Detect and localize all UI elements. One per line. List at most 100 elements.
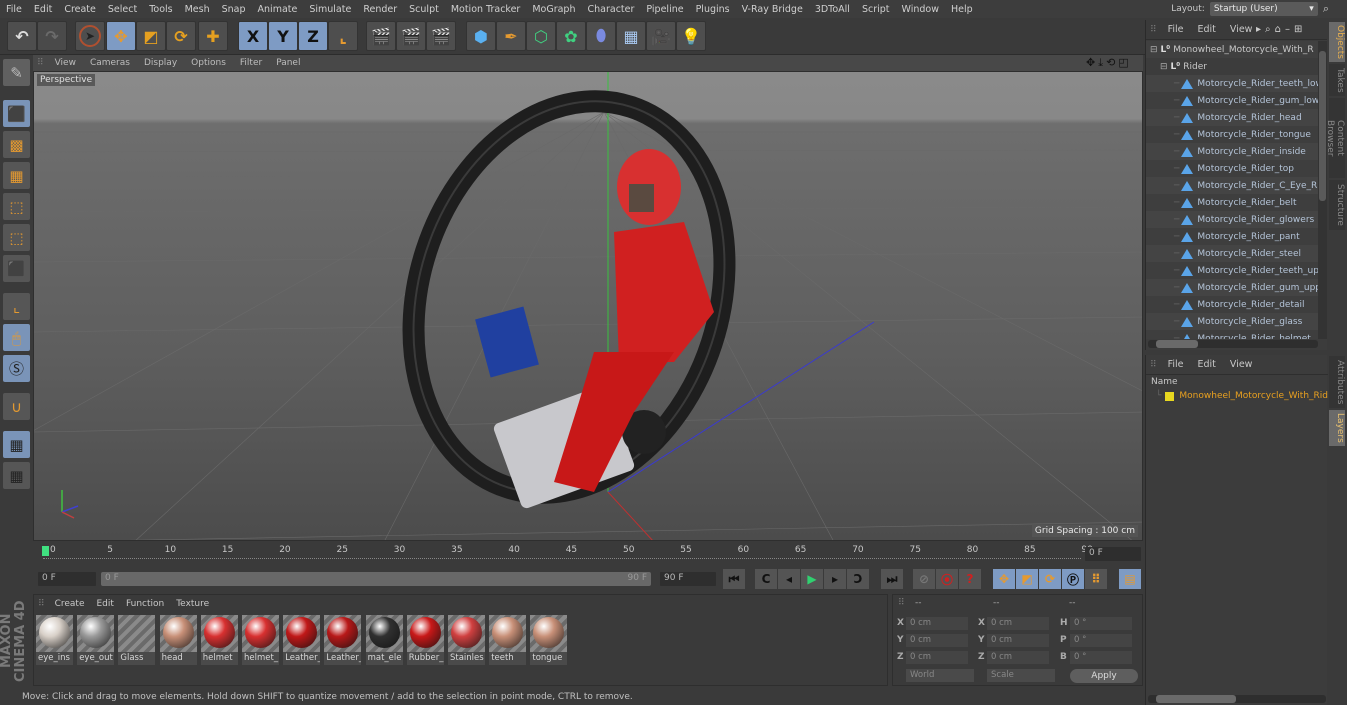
- tree-item[interactable]: ─ Motorcycle_Rider_tongue: [1146, 126, 1318, 143]
- tab-structure[interactable]: Structure: [1329, 180, 1345, 230]
- object-menu-file[interactable]: File: [1161, 24, 1191, 35]
- menu-snap[interactable]: Snap: [216, 4, 252, 15]
- render-settings-button[interactable]: 🎬: [426, 21, 456, 51]
- tree-item[interactable]: ─ Motorcycle_Rider_pant: [1146, 228, 1318, 245]
- dolly-icon[interactable]: ⤓: [1098, 56, 1103, 70]
- go-to-start-button[interactable]: ⏮: [723, 569, 745, 589]
- polygons-mode-button[interactable]: ⬛: [3, 255, 30, 282]
- menu-mograph[interactable]: MoGraph: [526, 4, 581, 15]
- tree-root[interactable]: ⊟ L⁰ Monowheel_Motorcycle_With_R: [1146, 41, 1318, 58]
- record-position-button[interactable]: ✥: [993, 569, 1015, 589]
- material-swatch[interactable]: helmet_: [242, 615, 279, 665]
- material-swatch[interactable]: Rubber_: [406, 615, 444, 665]
- move-tool-button[interactable]: ✥: [106, 21, 136, 51]
- points-mode-button[interactable]: ⬚: [3, 193, 30, 220]
- layer-horizontal-scrollbar[interactable]: [1148, 695, 1326, 703]
- menu-3dtoall[interactable]: 3DToAll: [809, 4, 856, 15]
- menu-render[interactable]: Render: [357, 4, 403, 15]
- render-picture-viewer-button[interactable]: 🎬: [396, 21, 426, 51]
- layer-color-swatch[interactable]: [1165, 391, 1175, 401]
- start-frame-field[interactable]: 0 F: [38, 572, 96, 586]
- menu-script[interactable]: Script: [856, 4, 896, 15]
- material-swatch[interactable]: eye_ins: [36, 615, 73, 665]
- tree-horizontal-scrollbar[interactable]: [1148, 340, 1318, 348]
- 3d-viewport[interactable]: Perspective Grid Spacing : 100 cm: [33, 71, 1143, 541]
- menu-tools[interactable]: Tools: [143, 4, 178, 15]
- material-swatch[interactable]: eye_out: [77, 615, 115, 665]
- maximize-icon[interactable]: ◰: [1118, 56, 1128, 70]
- material-swatch[interactable]: Leather_: [324, 615, 362, 665]
- next-frame-button[interactable]: ▸: [824, 569, 846, 589]
- cube-button[interactable]: ⬢: [466, 21, 496, 51]
- undo-button[interactable]: ↶: [7, 21, 37, 51]
- light-button[interactable]: 💡: [676, 21, 706, 51]
- redo-button[interactable]: ↷: [37, 21, 67, 51]
- menu-v-ray-bridge[interactable]: V-Ray Bridge: [736, 4, 809, 15]
- tree-item[interactable]: ─ Motorcycle_Rider_belt: [1146, 194, 1318, 211]
- coordinate-system-button[interactable]: ⌞: [328, 21, 358, 51]
- record-scale-button[interactable]: ◩: [1016, 569, 1038, 589]
- tree-item[interactable]: ─ Motorcycle_Rider_glowers: [1146, 211, 1318, 228]
- viewport-menu-view[interactable]: View: [48, 58, 83, 68]
- tab-layers[interactable]: Layers: [1329, 410, 1345, 446]
- workplane-mode-button[interactable]: ▦: [3, 162, 30, 189]
- tree-item[interactable]: ─ Motorcycle_Rider_C_Eye_R: [1146, 177, 1318, 194]
- pos-z-field[interactable]: 0 cm: [906, 651, 968, 664]
- deformer-button[interactable]: ⬮: [586, 21, 616, 51]
- collapse-icon[interactable]: ⊟: [1146, 45, 1161, 55]
- apply-button[interactable]: Apply: [1070, 669, 1138, 683]
- tab-content-browser[interactable]: Content Browser: [1325, 98, 1345, 178]
- material-menu-edit[interactable]: Edit: [91, 599, 120, 609]
- x-axis-button[interactable]: X: [238, 21, 268, 51]
- layer-menu-view[interactable]: View: [1223, 359, 1260, 370]
- menu-window[interactable]: Window: [896, 4, 945, 15]
- frame-range-slider[interactable]: 0 F 90 F: [101, 572, 651, 586]
- y-axis-button[interactable]: Y: [268, 21, 298, 51]
- size-x-field[interactable]: 0 cm: [987, 617, 1049, 630]
- transform-tool-button[interactable]: ✚: [198, 21, 228, 51]
- keyframe-selection-button[interactable]: ?: [959, 569, 981, 589]
- rot-h-field[interactable]: 0 °: [1070, 617, 1132, 630]
- viewport-menu-filter[interactable]: Filter: [233, 58, 269, 68]
- previous-key-button[interactable]: C: [755, 569, 777, 589]
- record-rotation-button[interactable]: ⟳: [1039, 569, 1061, 589]
- menu-mesh[interactable]: Mesh: [179, 4, 216, 15]
- search-icon[interactable]: ⌕: [1265, 24, 1271, 35]
- rotate-tool-button[interactable]: ⟳: [166, 21, 196, 51]
- size-z-field[interactable]: 0 cm: [987, 651, 1049, 664]
- workplane-lock-button[interactable]: ▦: [3, 431, 30, 458]
- tab-takes[interactable]: Takes: [1329, 64, 1345, 96]
- layer-row[interactable]: └ Monowheel_Motorcycle_With_Rid: [1146, 389, 1328, 403]
- tree-item[interactable]: ─ Motorcycle_Rider_top: [1146, 160, 1318, 177]
- tree-group-rider[interactable]: ⊟ L⁰ Rider: [1146, 58, 1318, 75]
- next-key-button[interactable]: Ɔ: [847, 569, 869, 589]
- search-icon[interactable]: ⌕: [1323, 2, 1329, 16]
- orbit-icon[interactable]: ⟲: [1106, 56, 1115, 70]
- layer-menu-file[interactable]: File: [1161, 359, 1191, 370]
- rot-p-field[interactable]: 0 °: [1070, 634, 1132, 647]
- material-swatch[interactable]: Leather_: [283, 615, 321, 665]
- workplane-align-button[interactable]: ▦: [3, 462, 30, 489]
- current-frame-field[interactable]: 0 F: [1085, 547, 1141, 561]
- timeline-ruler[interactable]: 051015202530354045505560657075808590 0 F: [33, 543, 1143, 565]
- collapse-icon[interactable]: ⊟: [1146, 62, 1171, 72]
- timeline-button[interactable]: ▤: [1119, 569, 1141, 589]
- viewport-menu-cameras[interactable]: Cameras: [83, 58, 137, 68]
- menu-select[interactable]: Select: [102, 4, 143, 15]
- minus-icon[interactable]: –: [1285, 24, 1290, 35]
- menu-simulate[interactable]: Simulate: [303, 4, 357, 15]
- solo-button[interactable]: Ⓢ: [3, 355, 30, 382]
- end-frame-field[interactable]: 90 F: [660, 572, 716, 586]
- tab-objects[interactable]: Objects: [1329, 22, 1345, 62]
- tree-item[interactable]: ─ Motorcycle_Rider_head: [1146, 109, 1318, 126]
- scrollbar-thumb[interactable]: [1156, 695, 1236, 703]
- play-button[interactable]: ▶: [801, 569, 823, 589]
- subdivision-button[interactable]: ⬡: [526, 21, 556, 51]
- material-swatch[interactable]: mat_ele: [365, 615, 403, 665]
- menu-edit[interactable]: Edit: [28, 4, 58, 15]
- object-menu-view[interactable]: View: [1223, 24, 1260, 35]
- make-editable-button[interactable]: ✎: [3, 59, 30, 86]
- axis-mode-button[interactable]: ⌞: [3, 293, 30, 320]
- camera-button[interactable]: 🎥: [646, 21, 676, 51]
- model-mode-button[interactable]: ⬛: [3, 100, 30, 127]
